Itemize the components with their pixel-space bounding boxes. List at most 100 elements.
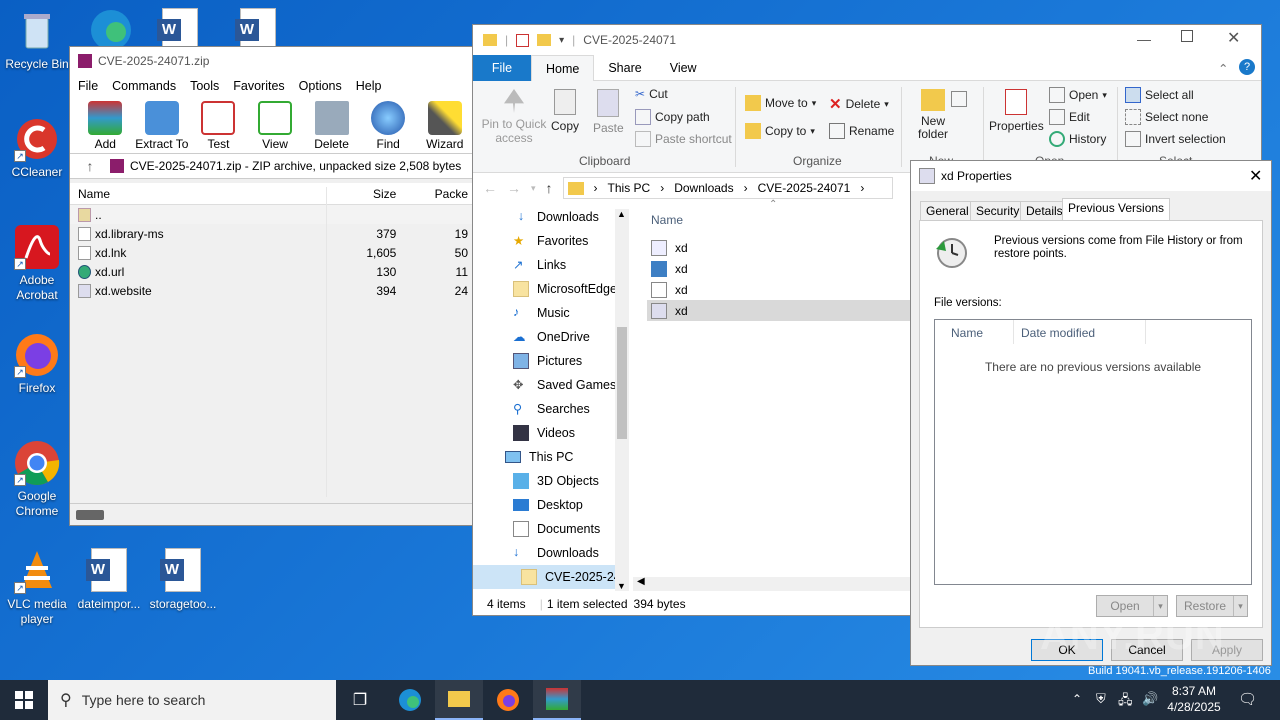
edge-desktop-icon[interactable] (86, 6, 136, 50)
table-row[interactable]: xd.website 394 24 (70, 281, 472, 300)
up-arrow-icon[interactable]: ↑ (70, 158, 110, 174)
properties-quick-icon[interactable] (516, 33, 530, 47)
breadcrumb-this-pc[interactable]: This PC (608, 181, 651, 195)
nav-scrollbar-thumb[interactable] (617, 327, 627, 439)
extract-to-button[interactable]: Extract To (135, 97, 190, 153)
desktop-icon-dateimpor[interactable]: W dateimpor... (72, 548, 146, 612)
taskbar-winrar[interactable] (533, 680, 581, 720)
close-button[interactable]: ✕ (1227, 28, 1240, 48)
table-row[interactable]: xd.library-ms 379 19 (70, 224, 472, 243)
menu-file[interactable]: File (78, 79, 98, 93)
file-item-selected[interactable]: xd (647, 300, 911, 321)
breadcrumb-downloads[interactable]: Downloads (674, 181, 733, 195)
cut-button[interactable]: ✂ Cut (635, 87, 668, 101)
nav-scrollbar[interactable]: ▲ ▼ (615, 209, 629, 591)
delete-button[interactable]: Delete (304, 97, 359, 153)
test-button[interactable]: Test (191, 97, 246, 153)
menu-favorites[interactable]: Favorites (233, 79, 284, 93)
copy-to-button[interactable]: Copy to ▾ (745, 123, 815, 139)
wizard-button[interactable]: Wizard (417, 97, 472, 153)
find-button[interactable]: Find (361, 97, 416, 153)
tab-home[interactable]: Home (531, 54, 595, 81)
clock[interactable]: 8:37 AM 4/28/2025 (1164, 683, 1224, 715)
file-item[interactable]: xd (647, 237, 911, 258)
new-folder-button[interactable]: New folder (909, 89, 957, 141)
show-hidden-icons[interactable]: ⌃ (1072, 692, 1082, 706)
collapse-ribbon-icon[interactable]: ⌃ (1218, 61, 1228, 76)
up-arrow-icon[interactable]: ↑ (546, 180, 553, 196)
column-header-name[interactable]: Name (651, 213, 683, 227)
taskbar-firefox[interactable] (484, 680, 532, 720)
history-button[interactable]: History (1049, 131, 1106, 147)
file-item[interactable]: xd (647, 258, 911, 279)
nav-item-saved-games[interactable]: ✥ Saved Games (513, 373, 616, 397)
nav-item-downloads-pc[interactable]: ↓ Downloads (513, 541, 599, 565)
task-view-button[interactable]: ❐ (336, 680, 384, 720)
menu-commands[interactable]: Commands (112, 79, 176, 93)
nav-item-pictures[interactable]: Pictures (513, 349, 582, 373)
edit-button[interactable]: Edit (1049, 109, 1090, 125)
select-all-button[interactable]: Select all (1125, 87, 1194, 103)
taskbar-search[interactable]: ⚲ Type here to search (48, 680, 336, 720)
nav-item-videos[interactable]: Videos (513, 421, 575, 445)
col-name[interactable]: Name (70, 187, 325, 201)
tab-file[interactable]: File (473, 54, 531, 81)
nav-item-microsoftedge[interactable]: MicrosoftEdge (513, 277, 617, 301)
new-item-button[interactable] (951, 91, 967, 107)
breadcrumb-current-folder[interactable]: CVE-2025-24071 (758, 181, 851, 195)
scroll-up-icon[interactable]: ▲ (617, 209, 626, 219)
col-size[interactable]: Size (325, 187, 403, 201)
versions-list[interactable]: Name Date modified There are no previous… (934, 319, 1252, 585)
tab-share[interactable]: Share (594, 55, 655, 81)
table-row[interactable]: .. (70, 205, 472, 224)
move-to-button[interactable]: Move to ▾ (745, 95, 816, 111)
scroll-down-icon[interactable]: ▼ (617, 581, 626, 591)
forward-arrow-icon[interactable]: → (507, 180, 521, 196)
volume-icon[interactable]: 🔊 (1142, 691, 1158, 707)
quick-access-dropdown-icon[interactable]: ▾ (559, 35, 564, 46)
back-arrow-icon[interactable]: ← (483, 180, 497, 196)
nav-item-3d-objects[interactable]: 3D Objects (513, 469, 599, 493)
copy-button[interactable]: Copy (551, 89, 579, 133)
desktop-icon-google-chrome[interactable]: ↗ Google Chrome (0, 440, 74, 519)
start-button[interactable] (0, 680, 48, 720)
delete-button[interactable]: ✕ Delete ▾ (829, 95, 889, 113)
tab-view[interactable]: View (656, 55, 711, 81)
copy-path-button[interactable]: Copy path (635, 109, 710, 125)
paste-button[interactable]: Paste (593, 89, 624, 135)
desktop-icon-recycle-bin[interactable]: Recycle Bin (0, 8, 74, 72)
col-date-modified[interactable]: Date modified (1021, 326, 1095, 340)
menu-help[interactable]: Help (356, 79, 382, 93)
shield-icon[interactable]: ⛨ (1096, 691, 1106, 707)
nav-item-searches[interactable]: ⚲ Searches (513, 397, 590, 421)
taskbar-file-explorer[interactable] (435, 680, 483, 720)
nav-item-links[interactable]: ↗ Links (513, 253, 566, 277)
breadcrumb[interactable]: › This PC › Downloads › CVE-2025-24071 › (562, 177, 893, 199)
nav-item-downloads[interactable]: ↓ Downloads (513, 205, 599, 229)
taskbar-edge[interactable] (386, 680, 434, 720)
menu-tools[interactable]: Tools (190, 79, 219, 93)
add-button[interactable]: Add (78, 97, 133, 153)
nav-item-favorites[interactable]: ★ Favorites (513, 229, 588, 253)
col-name[interactable]: Name (951, 326, 983, 340)
recent-dropdown-icon[interactable]: ▾ (531, 183, 536, 194)
close-button[interactable]: ✕ (1249, 166, 1262, 186)
menu-options[interactable]: Options (299, 79, 342, 93)
new-folder-quick-icon[interactable] (537, 34, 552, 46)
table-row[interactable]: xd.lnk 1,605 50 (70, 243, 472, 262)
desktop-icon-storagetoo[interactable]: W storagetoo... (146, 548, 220, 612)
maximize-button[interactable] (1181, 30, 1193, 42)
pin-quick-access-button[interactable]: Pin to Quick access (479, 89, 549, 145)
tab-previous-versions[interactable]: Previous Versions (1062, 198, 1171, 221)
scroll-left-icon[interactable]: ◀ (637, 576, 645, 587)
nav-item-music[interactable]: ♪ Music (513, 301, 570, 325)
minimize-button[interactable]: — (1137, 31, 1151, 47)
properties-button[interactable]: Properties (989, 89, 1044, 133)
desktop-icon-adobe-acrobat[interactable]: ↗ Adobe Acrobat (0, 224, 74, 303)
col-packed[interactable]: Packe (402, 187, 472, 201)
network-icon[interactable]: 🖧 (1118, 691, 1133, 713)
notification-icon[interactable]: 🗨 (1238, 690, 1257, 708)
desktop-icon-vlc[interactable]: ↗ VLC media player (0, 548, 74, 627)
desktop-icon-ccleaner[interactable]: ↗ CCleaner (0, 116, 74, 180)
nav-item-onedrive[interactable]: ☁ OneDrive (513, 325, 590, 349)
